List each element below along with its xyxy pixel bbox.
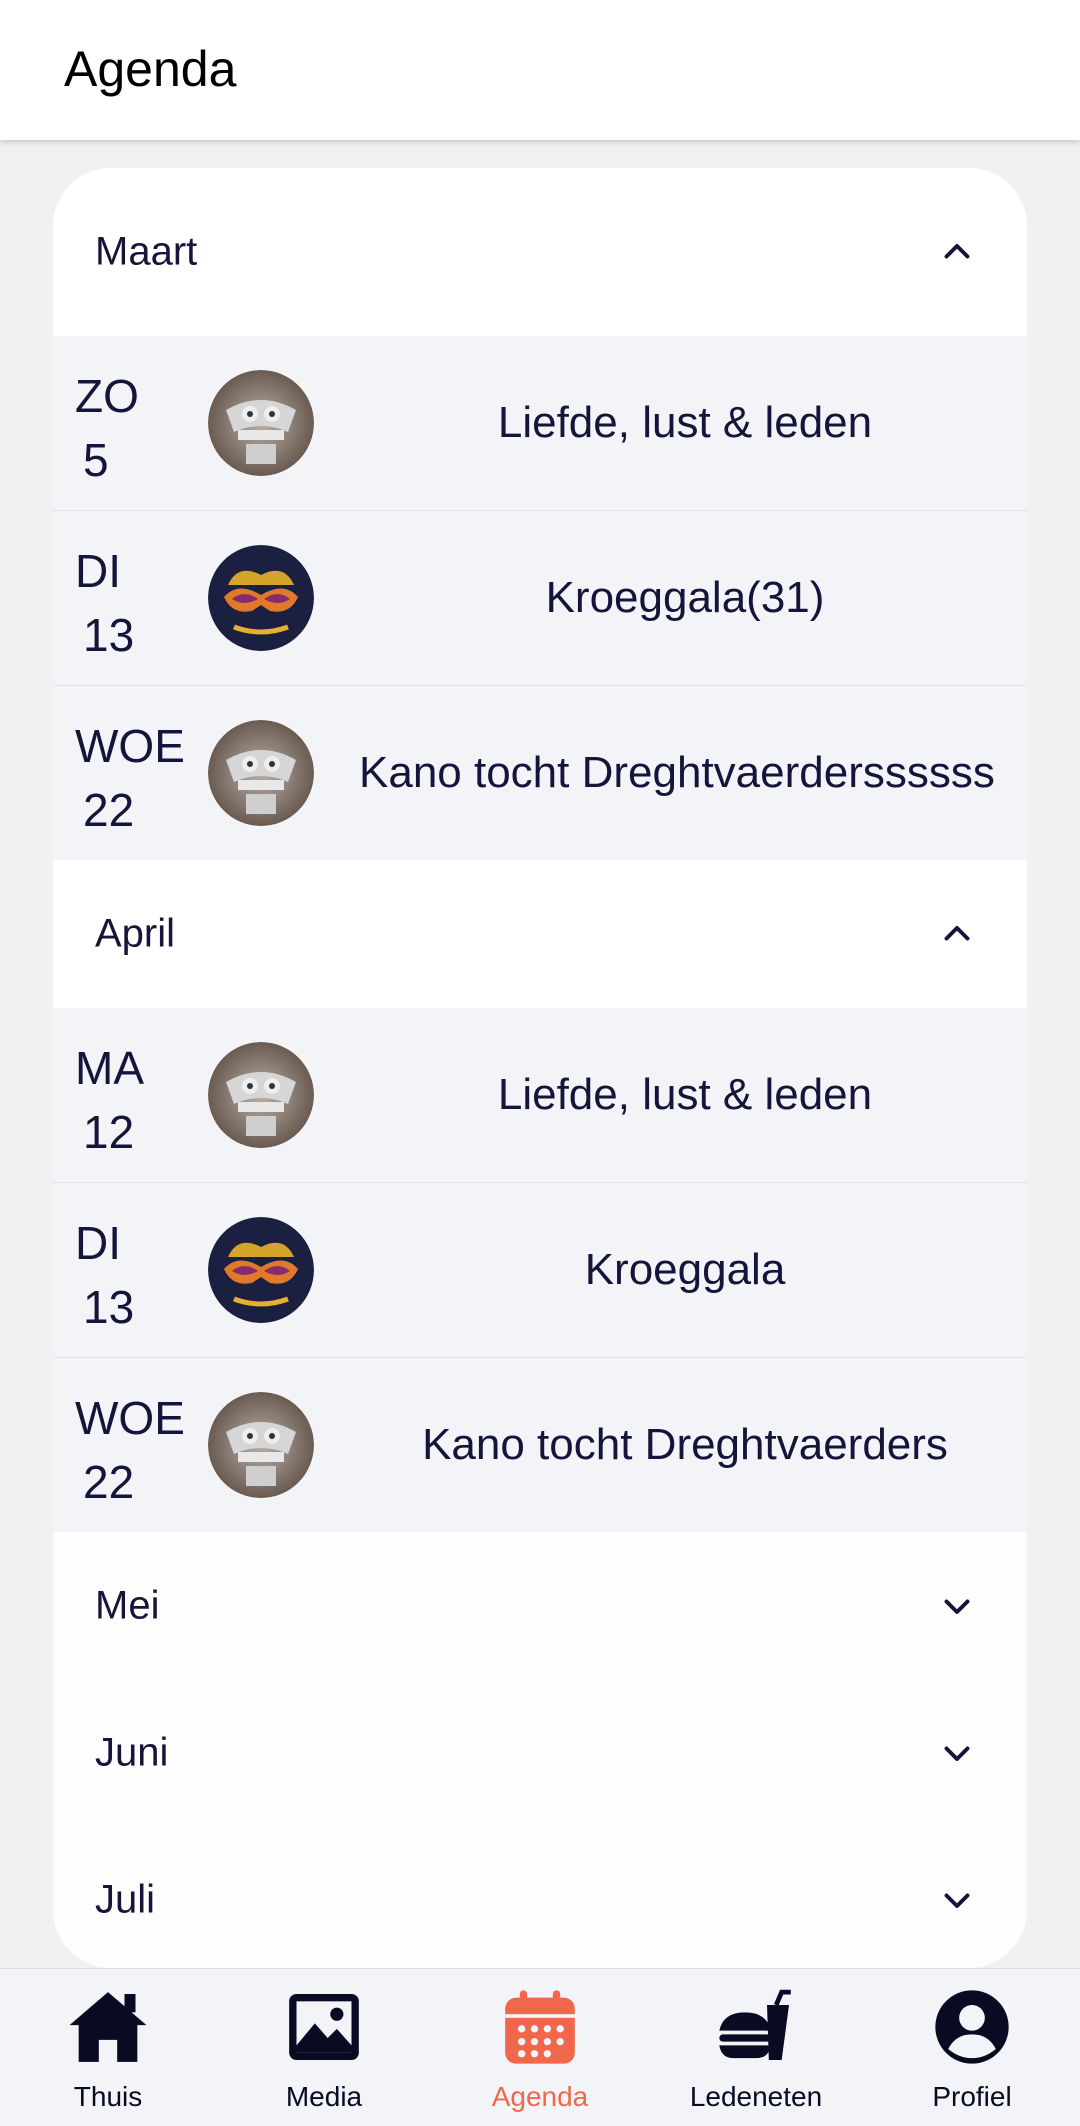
- nav-ledeneten[interactable]: Ledeneten: [648, 1969, 864, 2126]
- month-section-maart: Maart ZO 5 Liefde, lust & leden DI 13 Kroe…: [53, 168, 1027, 860]
- event-date: MA 12: [75, 1042, 144, 1158]
- event-owl-logo: [208, 1042, 314, 1148]
- event-date: DI 13: [75, 545, 135, 661]
- app-bar: Agenda: [0, 0, 1080, 140]
- agenda-card: Maart ZO 5 Liefde, lust & leden DI 13 Kroe…: [53, 168, 1027, 1968]
- nav-thuis[interactable]: Thuis: [0, 1969, 216, 2126]
- event-date: WOE 22: [75, 1392, 185, 1508]
- nav-label: Ledeneten: [689, 2081, 823, 2112]
- month-label: April: [95, 911, 176, 956]
- nav-label: Agenda: [491, 2081, 589, 2112]
- month-label: Juli: [95, 1877, 156, 1921]
- month-label: Maart: [95, 229, 198, 274]
- event-row[interactable]: WOE 22 Kano tocht Dreghtvaerders: [53, 1358, 1027, 1532]
- month-label: Mei: [95, 1583, 160, 1627]
- month-header-april[interactable]: April: [53, 860, 1027, 1008]
- nav-profiel[interactable]: Profiel: [864, 1969, 1080, 2126]
- image-icon: [289, 1994, 359, 2060]
- event-title: Kroeggala: [584, 1245, 786, 1294]
- event-row[interactable]: ZO 5 Liefde, lust & leden: [53, 336, 1027, 511]
- bottom-navigation: Thuis Media Agenda Ledeneten Profiel: [0, 1968, 1080, 2126]
- chevron-up-icon: [944, 244, 970, 259]
- event-owl-logo: [208, 370, 314, 476]
- event-title: Liefde, lust & leden: [497, 1070, 873, 1119]
- event-masquerade-logo: [208, 1217, 314, 1323]
- chevron-down-icon: [944, 1746, 970, 1761]
- page-title: Agenda: [64, 41, 237, 97]
- profile-icon: [935, 1990, 1009, 2064]
- chevron-down-icon: [944, 1599, 970, 1614]
- event-row[interactable]: DI 13 Kroeggala(31): [53, 511, 1027, 686]
- nav-label: Profiel: [932, 2081, 1012, 2112]
- event-date: WOE 22: [75, 720, 185, 836]
- event-masquerade-logo: [208, 545, 314, 651]
- month-section-april: April MA 12 Liefde, lust & leden DI 13 Kro…: [53, 860, 1027, 1532]
- chevron-up-icon: [944, 926, 970, 941]
- event-row[interactable]: DI 13 Kroeggala: [53, 1183, 1027, 1358]
- event-date: ZO 5: [75, 370, 139, 486]
- home-icon: [69, 1992, 147, 2062]
- nav-agenda[interactable]: Agenda: [432, 1969, 648, 2126]
- chevron-down-icon: [944, 1893, 970, 1908]
- nav-label: Media: [285, 2081, 363, 2112]
- month-header-maart[interactable]: Maart: [53, 168, 1027, 336]
- event-owl-logo: [208, 1392, 314, 1498]
- event-title: Kroeggala(31): [545, 573, 825, 622]
- month-header-mei[interactable]: Mei: [53, 1532, 1027, 1679]
- calendar-icon: [505, 1990, 575, 2064]
- event-row[interactable]: MA 12 Liefde, lust & leden: [53, 1008, 1027, 1183]
- month-header-juli[interactable]: Juli: [53, 1826, 1027, 1968]
- nav-label: Thuis: [73, 2081, 143, 2112]
- event-row[interactable]: WOE 22 Kano tocht Dreghtvaerderssssss: [53, 686, 1027, 860]
- month-label: Juni: [95, 1730, 169, 1774]
- event-title: Kano tocht Dreghtvaerders: [422, 1420, 948, 1469]
- food-icon: [719, 1989, 791, 2060]
- event-date: DI 13: [75, 1217, 135, 1333]
- month-header-juni[interactable]: Juni: [53, 1679, 1027, 1826]
- event-title: Kano tocht Dreghtvaerderssssss: [359, 748, 995, 797]
- nav-media[interactable]: Media: [216, 1969, 432, 2126]
- event-title: Liefde, lust & leden: [497, 398, 873, 447]
- event-owl-logo: [208, 720, 314, 826]
